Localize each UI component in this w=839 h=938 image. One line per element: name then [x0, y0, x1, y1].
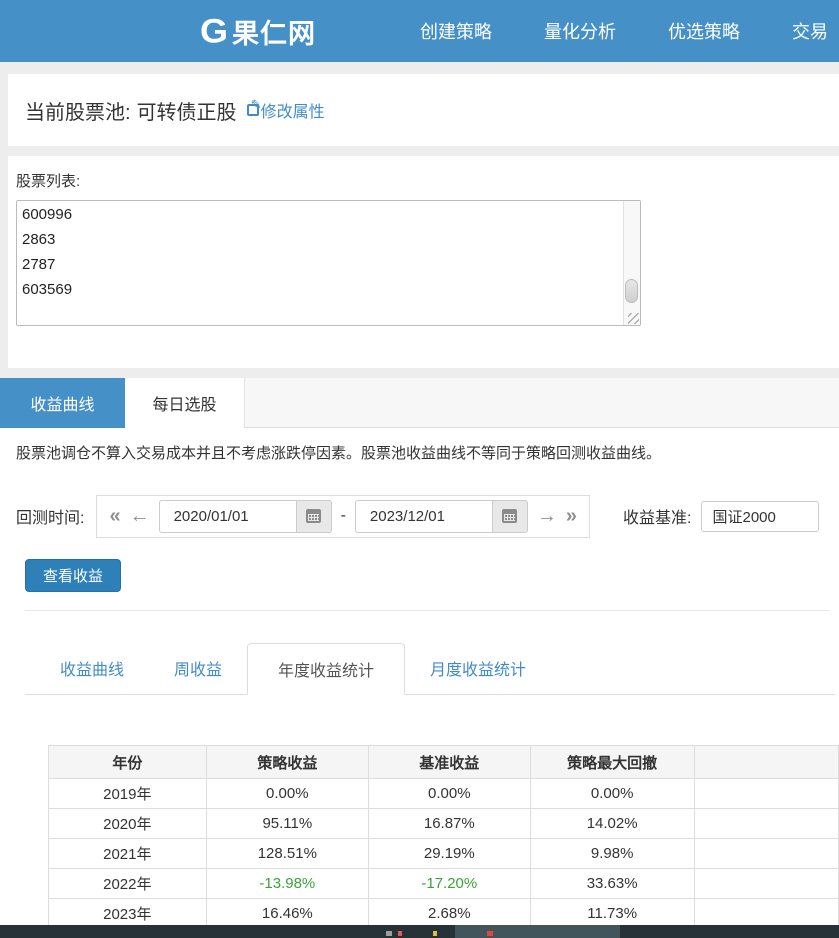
start-date-input[interactable]	[158, 499, 297, 533]
backtest-time-label: 回测时间:	[16, 510, 85, 527]
start-date-group	[158, 499, 332, 533]
fast-backward-icon[interactable]: «	[109, 506, 120, 526]
table-cell: 0.00%	[205, 778, 370, 809]
scrollbar-thumb[interactable]	[625, 279, 638, 303]
benchmark-label: 收益基准:	[623, 510, 692, 527]
table-header-row: 年份 策略收益 基准收益 策略最大回撤	[48, 745, 839, 779]
view-returns-button[interactable]: 查看收益	[25, 559, 122, 592]
backtest-controls-row: 回测时间: « ← - → »	[16, 494, 820, 538]
textarea-scrollbar[interactable]	[623, 201, 640, 325]
table-cell: 2020年	[48, 808, 207, 839]
taskbar-sliver	[0, 925, 839, 938]
table-cell	[693, 838, 839, 869]
top-nav-bar: G 果仁网 创建策略 量化分析 优选策略 交易	[0, 0, 839, 62]
table-cell: -17.20%	[368, 868, 531, 899]
horizontal-divider	[25, 610, 830, 611]
date-range-group: « ← - → »	[96, 494, 591, 538]
table-cell	[693, 898, 839, 929]
table-header-cell: 策略最大回撤	[529, 745, 695, 779]
table-cell: 128.51%	[205, 838, 370, 869]
table-cell	[693, 778, 839, 809]
stock-list-label: 股票列表:	[16, 173, 81, 190]
table-row: 2021年 128.51% 29.19% 9.98%	[48, 838, 839, 869]
table-cell: 9.98%	[529, 838, 695, 869]
edit-pencil-icon	[246, 97, 261, 116]
table-row: 2019年 0.00% 0.00% 0.00%	[48, 778, 839, 809]
stock-list-textarea-frame: 600996 2863 2787 603569	[16, 200, 641, 326]
table-cell: 2.68%	[368, 898, 531, 929]
table-row: 2023年 16.46% 2.68% 11.73%	[48, 898, 839, 929]
nav-item-create-strategy[interactable]: 创建策略	[420, 18, 492, 44]
benchmark-select[interactable]: 国证2000	[701, 500, 820, 532]
taskbar-icon[interactable]	[433, 931, 437, 936]
table-cell: 2021年	[48, 838, 207, 869]
table-cell: 2023年	[48, 898, 207, 929]
tab-daily-picks[interactable]: 每日选股	[125, 378, 245, 428]
table-cell	[693, 868, 839, 899]
table-cell: 33.63%	[529, 868, 695, 899]
table-cell: 95.11%	[205, 808, 370, 839]
textarea-resize-grip[interactable]	[628, 313, 639, 324]
tab-return-curve[interactable]: 收益曲线	[0, 378, 125, 428]
nav-item-featured-strategies[interactable]: 优选策略	[668, 18, 740, 44]
table-header-cell: 策略收益	[205, 745, 370, 779]
start-date-calendar-button[interactable]	[296, 499, 332, 533]
nav-item-trade[interactable]: 交易	[792, 18, 828, 44]
page: G 果仁网 创建策略 量化分析 优选策略 交易 当前股票池: 可转债正股 修改属…	[0, 0, 839, 938]
report-tab-annual-returns[interactable]: 年度收益统计	[247, 643, 406, 695]
table-header-cell: 基准收益	[368, 745, 531, 779]
nav-menu: 创建策略 量化分析 优选策略 交易	[420, 0, 828, 62]
table-cell: 0.00%	[368, 778, 531, 809]
disclaimer-text: 股票池调仓不算入交易成本并且不考虑涨跌停因素。股票池收益曲线不等同于策略回测收益…	[16, 445, 662, 462]
report-tab-bar: 收益曲线 周收益 年度收益统计 月度收益统计	[25, 643, 835, 695]
table-cell: 2019年	[48, 778, 207, 809]
step-forward-icon[interactable]: →	[537, 506, 557, 526]
logo-g-icon: G	[200, 11, 229, 50]
returns-section: 收益曲线 每日选股 股票池调仓不算入交易成本并且不考虑涨跌停因素。股票池收益曲线…	[0, 378, 839, 929]
stock-list-card: 股票列表: 600996 2863 2787 603569	[8, 156, 839, 368]
table-cell: 29.19%	[368, 838, 531, 869]
logo-text: 果仁网	[232, 18, 317, 49]
pool-name: 可转债正股	[136, 101, 237, 124]
step-backward-icon[interactable]: ←	[130, 506, 150, 526]
end-date-calendar-button[interactable]	[492, 499, 528, 533]
table-cell: 11.73%	[529, 898, 695, 929]
calendar-icon	[306, 509, 322, 523]
taskbar-icon[interactable]	[487, 931, 493, 936]
annual-returns-table: 年份 策略收益 基准收益 策略最大回撤 2019年 0.00% 0.00% 0.00% 202…	[48, 745, 839, 929]
site-logo[interactable]: G 果仁网	[200, 0, 316, 62]
pool-title-label: 当前股票池:	[25, 101, 131, 124]
table-cell: 0.00%	[529, 778, 695, 809]
date-range-separator: -	[340, 507, 346, 524]
table-cell: 16.46%	[205, 898, 370, 929]
edit-link-label: 修改属性	[260, 104, 325, 121]
edit-attributes-link[interactable]: 修改属性	[246, 97, 325, 122]
taskbar-icon[interactable]	[386, 931, 392, 936]
stock-list-textarea[interactable]: 600996 2863 2787 603569	[17, 201, 640, 325]
table-cell	[693, 808, 839, 839]
main-tab-bar: 收益曲线 每日选股	[0, 378, 839, 428]
taskbar-item[interactable]	[455, 925, 620, 938]
table-cell: 16.87%	[368, 808, 531, 839]
table-cell: 2022年	[48, 868, 207, 899]
calendar-icon	[502, 509, 518, 523]
table-cell: 14.02%	[529, 808, 695, 839]
pool-header-card: 当前股票池: 可转债正股 修改属性	[8, 74, 839, 146]
table-row: 2022年 -13.98% -17.20% 33.63%	[48, 868, 839, 899]
table-header-cell: 年份	[48, 745, 207, 779]
report-tab-weekly-returns[interactable]: 周收益	[149, 643, 247, 693]
table-row: 2020年 95.11% 16.87% 14.02%	[48, 808, 839, 839]
report-tab-monthly-returns[interactable]: 月度收益统计	[405, 643, 551, 693]
end-date-group	[354, 499, 528, 533]
nav-item-quant-analysis[interactable]: 量化分析	[544, 18, 616, 44]
table-header-cell	[693, 745, 839, 779]
taskbar-icon[interactable]	[398, 931, 402, 936]
end-date-input[interactable]	[354, 499, 493, 533]
fast-forward-icon[interactable]: »	[566, 506, 577, 526]
report-tab-return-curve[interactable]: 收益曲线	[35, 643, 149, 693]
table-cell: -13.98%	[205, 868, 370, 899]
